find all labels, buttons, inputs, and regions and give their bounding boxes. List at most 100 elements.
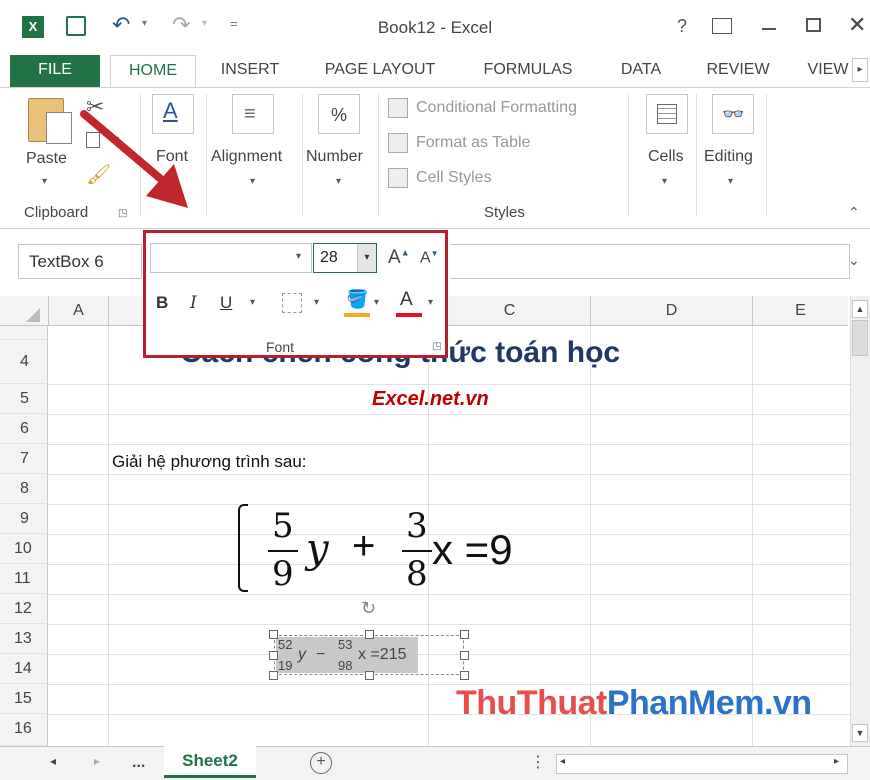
font-dialog-launcher-icon[interactable]: ◳	[432, 341, 441, 352]
ribbon-display-icon[interactable]	[712, 18, 732, 34]
underline-dropdown-icon[interactable]: ▾	[250, 297, 255, 308]
row-header[interactable]: 11	[0, 564, 48, 594]
paste-button[interactable]: Paste	[26, 150, 67, 168]
font-group-popup: ▾ 28 ▾ A▲ A▼ B I U ▾ ▾ 🪣 ▾ A ▾ Font ◳	[143, 230, 448, 358]
tab-file[interactable]: FILE	[10, 55, 100, 87]
formula-input[interactable]	[450, 244, 850, 279]
column-header-e[interactable]: E	[752, 296, 848, 326]
cell-styles-icon	[388, 168, 408, 188]
editing-group-label[interactable]: Editing	[704, 148, 753, 166]
row-header[interactable]: 5	[0, 384, 48, 414]
row-header[interactable]: 14	[0, 654, 48, 684]
resize-handle[interactable]	[365, 671, 374, 680]
row-header[interactable]: 9	[0, 504, 48, 534]
resize-handle[interactable]	[269, 651, 278, 660]
sheet-more[interactable]: ...	[132, 754, 145, 772]
scroll-down-icon[interactable]: ▼	[852, 724, 868, 742]
equation2-op: −	[316, 646, 326, 663]
add-sheet-icon[interactable]: +	[310, 752, 332, 774]
tab-review[interactable]: REVIEW	[696, 55, 780, 87]
help-icon[interactable]: ?	[677, 16, 687, 37]
grid-line	[48, 504, 850, 505]
font-color-dropdown-icon[interactable]: ▾	[428, 297, 433, 308]
tab-view[interactable]: VIEW	[800, 55, 856, 87]
resize-handle[interactable]	[269, 671, 278, 680]
row-header[interactable]: 10	[0, 534, 48, 564]
tab-home[interactable]: HOME	[110, 55, 196, 88]
borders-icon[interactable]	[282, 293, 302, 313]
format-as-table-button[interactable]: Format as Table	[416, 134, 530, 152]
number-group-label[interactable]: Number	[306, 148, 363, 166]
resize-handle[interactable]	[460, 651, 469, 660]
row-header[interactable]: 13	[0, 624, 48, 654]
conditional-formatting-icon	[388, 98, 408, 118]
resize-handle[interactable]	[460, 671, 469, 680]
minimize-icon[interactable]	[762, 28, 776, 30]
row-header[interactable]: 15	[0, 684, 48, 714]
alignment-dropdown-icon[interactable]: ▾	[250, 176, 255, 187]
row-header-partial	[0, 326, 48, 340]
shrink-font-icon[interactable]: A▼	[420, 249, 439, 267]
fill-color-icon[interactable]: 🪣	[346, 289, 368, 310]
hscroll-right-icon[interactable]: ▸	[834, 756, 839, 767]
column-header-c[interactable]: C	[428, 296, 590, 326]
row-header[interactable]: 16	[0, 714, 48, 746]
tab-scroll-right-icon[interactable]: ▸	[852, 58, 868, 82]
rotate-handle-icon[interactable]: ↻	[361, 598, 376, 619]
borders-dropdown-icon[interactable]: ▾	[314, 297, 319, 308]
italic-button[interactable]: I	[190, 293, 197, 313]
font-color-icon[interactable]: A	[400, 289, 413, 311]
alignment-group-label[interactable]: Alignment	[211, 148, 282, 166]
cells-group-label[interactable]: Cells	[648, 148, 684, 166]
row-header[interactable]: 7	[0, 444, 48, 474]
column-header-a[interactable]: A	[48, 296, 108, 326]
collapse-ribbon-icon[interactable]: ⌃	[848, 204, 860, 221]
row-header[interactable]: 8	[0, 474, 48, 504]
tab-data[interactable]: DATA	[606, 55, 676, 87]
resize-handle[interactable]	[365, 630, 374, 639]
group-separator	[302, 94, 303, 216]
conditional-formatting-button[interactable]: Conditional Formatting	[416, 99, 577, 117]
bold-button[interactable]: B	[156, 293, 168, 313]
group-separator	[696, 94, 697, 216]
equation1-den1: 9	[272, 554, 294, 594]
row-header[interactable]: 4	[0, 340, 48, 384]
vertical-scrollbar[interactable]	[850, 296, 870, 746]
tab-formulas[interactable]: FORMULAS	[470, 55, 586, 87]
fill-color-dropdown-icon[interactable]: ▾	[374, 297, 379, 308]
tab-page-layout[interactable]: PAGE LAYOUT	[310, 55, 450, 87]
column-header-d[interactable]: D	[590, 296, 752, 326]
tab-insert[interactable]: INSERT	[210, 55, 290, 87]
sheet-next-icon[interactable]: ▸	[94, 754, 100, 768]
font-popup-label: Font	[266, 339, 295, 355]
scroll-thumb[interactable]	[852, 320, 868, 356]
hscroll-left-icon[interactable]: ◂	[560, 756, 565, 767]
grow-font-icon[interactable]: A▲	[388, 247, 410, 269]
paste-dropdown-icon[interactable]: ▾	[42, 176, 47, 187]
maximize-icon[interactable]	[806, 18, 821, 32]
tab-splitter-icon[interactable]: ⋮	[530, 752, 546, 772]
horizontal-scrollbar[interactable]	[556, 754, 848, 774]
equation2-num1: 52	[278, 637, 293, 652]
name-box[interactable]: TextBox 6	[18, 244, 142, 279]
select-all-corner[interactable]	[0, 296, 48, 326]
font-name-box[interactable]	[150, 243, 312, 273]
scroll-up-icon[interactable]: ▲	[852, 300, 868, 318]
number-dropdown-icon[interactable]: ▾	[336, 176, 341, 187]
cell-styles-button[interactable]: Cell Styles	[416, 169, 492, 187]
font-size-dropdown-icon[interactable]: ▾	[357, 244, 376, 272]
sheet-prev-icon[interactable]: ◂	[50, 754, 56, 768]
equation1-op: +	[352, 524, 376, 568]
underline-button[interactable]: U	[220, 293, 232, 313]
resize-handle[interactable]	[460, 630, 469, 639]
editing-dropdown-icon[interactable]: ▾	[728, 176, 733, 187]
formula-expand-icon[interactable]: ⌄	[848, 252, 860, 269]
row-header[interactable]: 12	[0, 594, 48, 624]
cells-dropdown-icon[interactable]: ▾	[662, 176, 667, 187]
row-header[interactable]: 6	[0, 414, 48, 444]
group-separator	[378, 94, 379, 216]
close-icon[interactable]: ✕	[848, 12, 866, 38]
font-name-dropdown-icon[interactable]: ▾	[296, 251, 301, 262]
sheet-tab-sheet2[interactable]: Sheet2	[164, 746, 256, 778]
resize-handle[interactable]	[269, 630, 278, 639]
